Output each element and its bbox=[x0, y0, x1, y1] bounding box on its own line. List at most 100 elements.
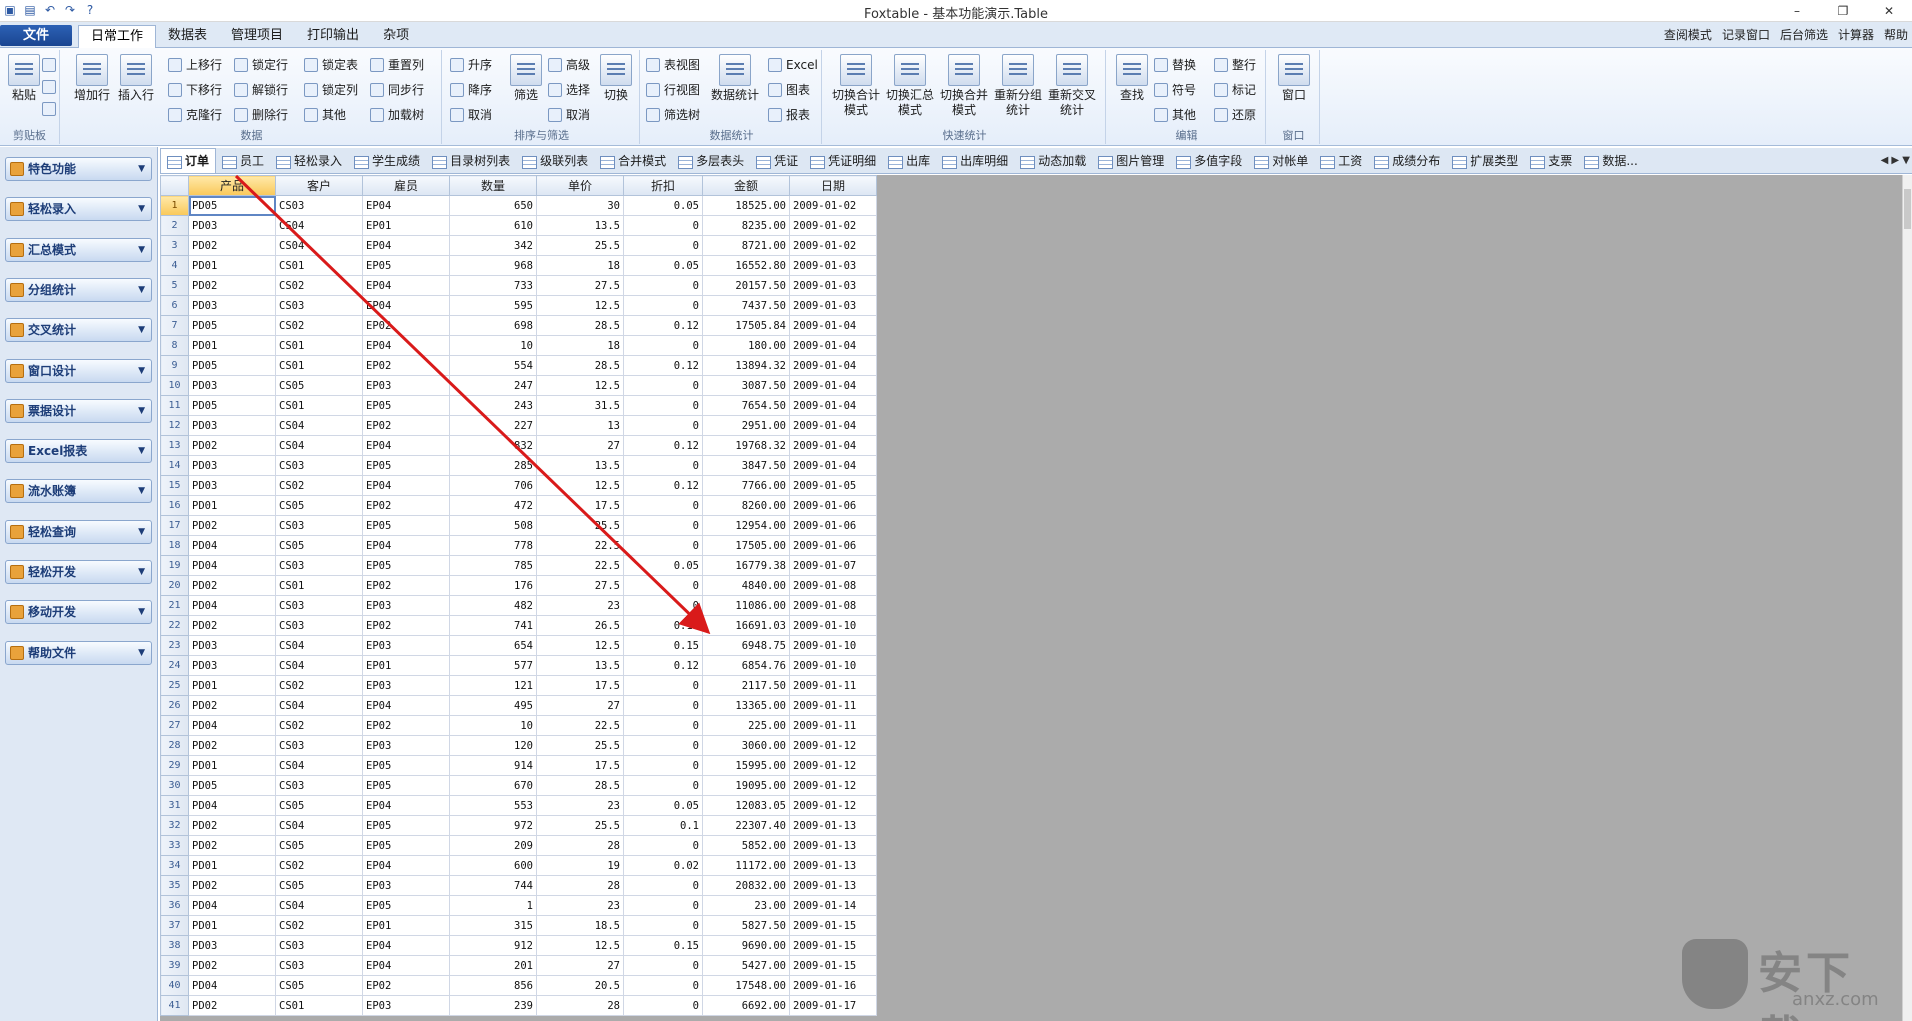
sidebar-item-7[interactable]: Excel报表 ▼ bbox=[5, 439, 152, 464]
grid-cell[interactable]: 0 bbox=[623, 375, 703, 396]
table-tab-10[interactable]: 出库 bbox=[882, 149, 936, 173]
table-row[interactable]: 39 PD02 CS03 EP04 201 27 0 5427.00 2009-01-15 bbox=[160, 955, 877, 976]
grid-cell[interactable]: 0 bbox=[623, 415, 703, 436]
grid-cell[interactable]: CS03 bbox=[275, 195, 363, 216]
grid-cell[interactable]: 2009-01-15 bbox=[789, 955, 877, 976]
grid-cell[interactable]: EP05 bbox=[362, 755, 450, 776]
grid-cell[interactable]: PD02 bbox=[188, 235, 276, 256]
table-row[interactable]: 35 PD02 CS05 EP03 744 28 0 20832.00 2009-01-13 bbox=[160, 875, 877, 896]
row-number[interactable]: 38 bbox=[160, 935, 189, 956]
row-number[interactable]: 13 bbox=[160, 435, 189, 456]
table-row[interactable]: 36 PD04 CS04 EP05 1 23 0 23.00 2009-01-14 bbox=[160, 895, 877, 916]
grid-cell[interactable]: 495 bbox=[449, 695, 537, 716]
grid-cell[interactable]: PD05 bbox=[188, 775, 276, 796]
grid-cell[interactable]: 25.5 bbox=[536, 235, 624, 256]
grid-cell[interactable]: PD01 bbox=[188, 855, 276, 876]
grid-cell[interactable]: 785 bbox=[449, 555, 537, 576]
move-up-button[interactable]: 上移行 bbox=[166, 54, 222, 76]
grid-cell[interactable]: CS04 bbox=[275, 435, 363, 456]
grid-cell[interactable]: CS02 bbox=[275, 715, 363, 736]
grid-cell[interactable]: 10 bbox=[449, 335, 537, 356]
grid-cell[interactable]: 0.12 bbox=[623, 475, 703, 496]
grid-cell[interactable]: 1 bbox=[449, 895, 537, 916]
row-number[interactable]: 20 bbox=[160, 575, 189, 596]
table-row[interactable]: 27 PD04 CS02 EP02 10 22.5 0 225.00 2009-01-11 bbox=[160, 715, 877, 736]
move-down-button[interactable]: 下移行 bbox=[166, 79, 222, 101]
grid-cell[interactable]: 2009-01-04 bbox=[789, 435, 877, 456]
grid-cell[interactable]: EP01 bbox=[362, 215, 450, 236]
filter-button[interactable]: 筛选 bbox=[504, 54, 548, 103]
grid-cell[interactable]: 28.5 bbox=[536, 355, 624, 376]
row-number[interactable]: 37 bbox=[160, 915, 189, 936]
row-number[interactable]: 17 bbox=[160, 515, 189, 536]
grid-cell[interactable]: 2009-01-07 bbox=[789, 555, 877, 576]
grid-cell[interactable]: EP04 bbox=[362, 475, 450, 496]
grid-cell[interactable]: PD03 bbox=[188, 215, 276, 236]
row-number[interactable]: 5 bbox=[160, 275, 189, 296]
grid-cell[interactable]: 2009-01-11 bbox=[789, 695, 877, 716]
grid-cell[interactable]: 28 bbox=[536, 995, 624, 1016]
table-row[interactable]: 12 PD03 CS04 EP02 227 13 0 2951.00 2009-01-04 bbox=[160, 415, 877, 436]
vertical-scrollbar[interactable] bbox=[1902, 175, 1912, 1021]
grid-cell[interactable]: CS04 bbox=[275, 895, 363, 916]
grid-cell[interactable]: 2009-01-10 bbox=[789, 635, 877, 656]
grid-cell[interactable]: 2009-01-10 bbox=[789, 615, 877, 636]
lock-column-button[interactable]: 锁定列 bbox=[302, 79, 358, 101]
grid-cell[interactable]: PD03 bbox=[188, 635, 276, 656]
row-number[interactable]: 25 bbox=[160, 675, 189, 696]
grid-cell[interactable]: PD02 bbox=[188, 575, 276, 596]
grid-cell[interactable]: 2009-01-02 bbox=[789, 215, 877, 236]
file-menu-button[interactable]: 文件 bbox=[0, 25, 72, 46]
grid-cell[interactable]: CS03 bbox=[275, 595, 363, 616]
sidebar-item-5[interactable]: 窗口设计 ▼ bbox=[5, 358, 152, 383]
grid-cell[interactable]: 10 bbox=[449, 715, 537, 736]
grid-cell[interactable]: 2009-01-04 bbox=[789, 335, 877, 356]
row-number[interactable]: 33 bbox=[160, 835, 189, 856]
grid-cell[interactable]: CS05 bbox=[275, 975, 363, 996]
grid-cell[interactable]: CS04 bbox=[275, 655, 363, 676]
grid-cell[interactable]: 0.12 bbox=[623, 315, 703, 336]
grid-cell[interactable]: 17505.00 bbox=[702, 535, 790, 556]
sidebar-item-2[interactable]: 汇总模式 ▼ bbox=[5, 237, 152, 262]
grid-cell[interactable]: PD05 bbox=[188, 195, 276, 216]
sort-switch-button[interactable]: 切换 bbox=[594, 54, 638, 103]
grid-cell[interactable]: EP03 bbox=[362, 875, 450, 896]
grid-cell[interactable]: 0 bbox=[623, 895, 703, 916]
grid-cell[interactable]: PD02 bbox=[188, 995, 276, 1016]
column-header[interactable]: 日期 bbox=[789, 175, 877, 196]
grid-cell[interactable]: EP05 bbox=[362, 815, 450, 836]
grid-cell[interactable]: PD02 bbox=[188, 435, 276, 456]
row-view-button[interactable]: 行视图 bbox=[644, 79, 700, 101]
column-header[interactable]: 雇员 bbox=[362, 175, 450, 196]
row-number[interactable]: 1 bbox=[160, 195, 189, 216]
toggle-total-mode-button[interactable]: 切换合计模式 bbox=[830, 54, 882, 118]
grid-cell[interactable]: EP02 bbox=[362, 495, 450, 516]
sidebar-item-8[interactable]: 流水账簿 ▼ bbox=[5, 479, 152, 504]
ribbon-tab-0[interactable]: 日常工作 bbox=[78, 25, 157, 48]
grid-cell[interactable]: 3087.50 bbox=[702, 375, 790, 396]
close-button[interactable]: ✕ bbox=[1866, 0, 1912, 22]
table-row[interactable]: 23 PD03 CS04 EP03 654 12.5 0.15 6948.75 2009-01-… bbox=[160, 635, 877, 656]
grid-cell[interactable]: 482 bbox=[449, 595, 537, 616]
row-number[interactable]: 26 bbox=[160, 695, 189, 716]
grid-cell[interactable]: EP04 bbox=[362, 955, 450, 976]
grid-cell[interactable]: EP03 bbox=[362, 375, 450, 396]
grid-cell[interactable]: 16552.80 bbox=[702, 255, 790, 276]
table-tab-1[interactable]: 员工 bbox=[216, 149, 270, 173]
table-tab-4[interactable]: 目录树列表 bbox=[426, 149, 516, 173]
table-row[interactable]: 18 PD04 CS05 EP04 778 22.5 0 17505.00 2009-01-06 bbox=[160, 535, 877, 556]
sidebar-item-3[interactable]: 分组统计 ▼ bbox=[5, 277, 152, 302]
grid-cell[interactable]: 13 bbox=[536, 415, 624, 436]
sort-asc-button[interactable]: 升序 bbox=[448, 54, 492, 76]
table-row[interactable]: 2 PD03 CS04 EP01 610 13.5 0 8235.00 2009-01-02 bbox=[160, 215, 877, 236]
ribbon-tab-2[interactable]: 管理项目 bbox=[219, 25, 295, 48]
table-row[interactable]: 37 PD01 CS02 EP01 315 18.5 0 5827.50 2009-01-15 bbox=[160, 915, 877, 936]
grid-cell[interactable]: PD04 bbox=[188, 555, 276, 576]
cut-icon[interactable] bbox=[42, 76, 56, 98]
grid-cell[interactable]: EP02 bbox=[362, 715, 450, 736]
data-stats-button[interactable]: 数据统计 bbox=[708, 54, 762, 103]
grid-cell[interactable]: 13894.32 bbox=[702, 355, 790, 376]
grid-cell[interactable]: 27.5 bbox=[536, 275, 624, 296]
grid-cell[interactable]: CS05 bbox=[275, 375, 363, 396]
replace-button[interactable]: 替换 bbox=[1152, 54, 1196, 76]
